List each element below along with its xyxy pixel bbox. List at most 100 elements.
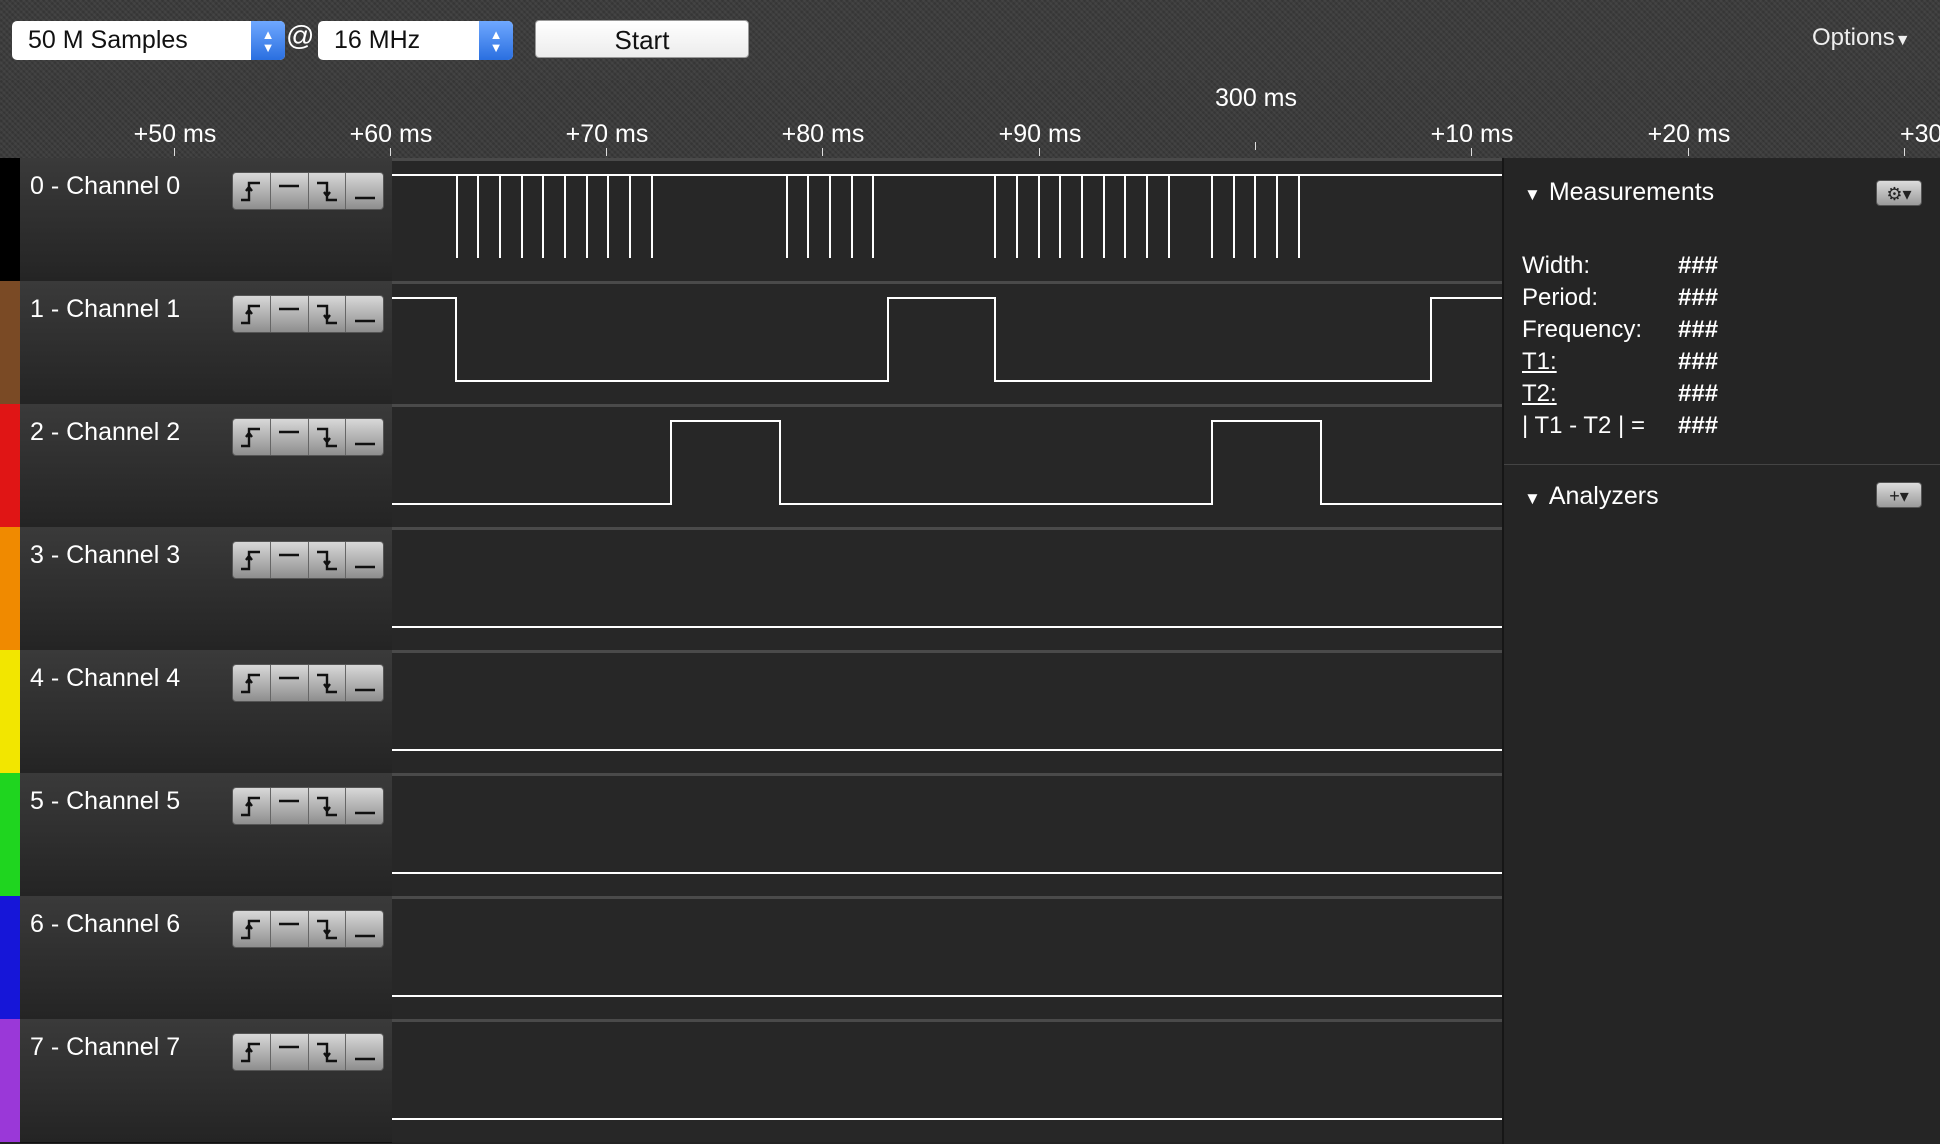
measurement-label[interactable]: T1: <box>1522 348 1557 376</box>
high-level-icon[interactable] <box>271 1034 309 1070</box>
trigger-button-group[interactable] <box>232 787 384 825</box>
stepper-arrows-icon[interactable]: ▲ ▼ <box>479 21 513 60</box>
falling-edge-icon[interactable] <box>309 542 347 578</box>
rising-edge-icon[interactable] <box>233 542 271 578</box>
channel-label-area[interactable]: 1 - Channel 1 <box>20 281 392 405</box>
waveform-trace <box>392 872 1502 874</box>
analyzers-header[interactable]: ▼ Analyzers <box>1524 482 1659 511</box>
ruler-tick-label: +60 ms <box>349 120 433 148</box>
rising-edge-icon[interactable] <box>233 665 271 701</box>
measurements-title: Measurements <box>1548 178 1715 206</box>
low-level-icon[interactable] <box>346 788 383 824</box>
channel-label-area[interactable]: 5 - Channel 5 <box>20 773 392 897</box>
analyzers-title: Analyzers <box>1548 482 1659 510</box>
high-level-icon[interactable] <box>271 542 309 578</box>
falling-edge-icon[interactable] <box>309 911 347 947</box>
low-level-icon[interactable] <box>346 911 383 947</box>
high-level-icon[interactable] <box>271 665 309 701</box>
falling-edge-icon[interactable] <box>309 665 347 701</box>
trigger-button-group[interactable] <box>232 172 384 210</box>
trigger-button-group[interactable] <box>232 541 384 579</box>
waveform-trace <box>392 626 1502 628</box>
ruler-tick <box>606 148 607 156</box>
rising-edge-icon[interactable] <box>233 1034 271 1070</box>
ruler-tick-label: +70 ms <box>565 120 649 148</box>
falling-edge-icon[interactable] <box>309 1034 347 1070</box>
ruler-tick-label: +10 ms <box>1430 120 1514 148</box>
at-sign: @ <box>286 20 315 51</box>
trigger-button-group[interactable] <box>232 295 384 333</box>
falling-edge-icon[interactable] <box>309 173 347 209</box>
trigger-button-group[interactable] <box>232 910 384 948</box>
channel-color-swatch[interactable] <box>0 650 20 773</box>
high-level-icon[interactable] <box>271 173 309 209</box>
channel-color-swatch[interactable] <box>0 773 20 896</box>
trigger-button-group[interactable] <box>232 664 384 702</box>
ruler-tick <box>822 148 823 156</box>
falling-edge-icon[interactable] <box>309 296 347 332</box>
trigger-button-group[interactable] <box>232 1033 384 1071</box>
channel-color-swatch[interactable] <box>0 1019 20 1142</box>
chevron-down-icon: ▼ <box>1894 32 1911 49</box>
measurement-label[interactable]: T2: <box>1522 380 1557 408</box>
channel-color-swatch[interactable] <box>0 158 20 281</box>
ruler-tick <box>1904 148 1905 156</box>
low-level-icon[interactable] <box>346 296 383 332</box>
channel-row: 4 - Channel 4 <box>0 650 1502 774</box>
signal-line <box>392 174 1502 258</box>
low-level-icon[interactable] <box>346 1034 383 1070</box>
stepper-arrows-icon[interactable]: ▲ ▼ <box>251 21 285 60</box>
rising-edge-icon[interactable] <box>233 296 271 332</box>
channel-color-swatch[interactable] <box>0 281 20 404</box>
channel-row: 5 - Channel 5 <box>0 773 1502 897</box>
low-level-icon[interactable] <box>346 419 383 455</box>
measurement-value: ### <box>1678 412 1719 439</box>
channel-color-swatch[interactable] <box>0 527 20 650</box>
low-level-icon[interactable] <box>346 173 383 209</box>
low-level-icon[interactable] <box>346 665 383 701</box>
sample-count-select[interactable]: 50 M Samples ▲ ▼ <box>12 21 285 60</box>
time-ruler[interactable]: 300 ms +50 ms +60 ms +70 ms +80 ms +90 m… <box>0 80 1940 158</box>
measurements-header[interactable]: ▼ Measurements <box>1524 178 1714 207</box>
high-level-icon[interactable] <box>271 419 309 455</box>
disclosure-triangle-icon[interactable]: ▼ <box>1524 185 1541 204</box>
measurement-value: ### <box>1678 348 1719 375</box>
ruler-tick <box>1688 148 1689 156</box>
channel-color-swatch[interactable] <box>0 896 20 1019</box>
gear-icon[interactable]: ⚙▾ <box>1876 180 1922 206</box>
high-level-icon[interactable] <box>271 788 309 824</box>
channel-label-area[interactable]: 0 - Channel 0 <box>20 158 392 282</box>
start-button[interactable]: Start <box>535 20 749 58</box>
ruler-tick <box>390 148 391 156</box>
sample-rate-value: 16 MHz <box>334 26 421 54</box>
toolbar: 50 M Samples ▲ ▼ @ 16 MHz ▲ ▼ Start Option… <box>0 0 1940 80</box>
add-icon[interactable]: +▾ <box>1876 482 1922 508</box>
signal-line <box>392 297 1502 382</box>
falling-edge-icon[interactable] <box>309 419 347 455</box>
high-level-icon[interactable] <box>271 296 309 332</box>
side-panel: ▼ Measurements ⚙▾ Width: ### Period: ### … <box>1502 158 1940 1144</box>
channel-row: 6 - Channel 6 <box>0 896 1502 1020</box>
rising-edge-icon[interactable] <box>233 419 271 455</box>
channel-name: 0 - Channel 0 <box>30 172 181 200</box>
options-menu[interactable]: Options▼ <box>1812 24 1911 52</box>
falling-edge-icon[interactable] <box>309 788 347 824</box>
rising-edge-icon[interactable] <box>233 788 271 824</box>
sample-rate-select[interactable]: 16 MHz ▲ ▼ <box>318 21 513 60</box>
high-level-icon[interactable] <box>271 911 309 947</box>
channel-label-area[interactable]: 7 - Channel 7 <box>20 1019 392 1143</box>
channel-label-area[interactable]: 2 - Channel 2 <box>20 404 392 528</box>
low-level-icon[interactable] <box>346 542 383 578</box>
channel-row: 7 - Channel 7 <box>0 1019 1502 1143</box>
trigger-button-group[interactable] <box>232 418 384 456</box>
channel-label-area[interactable]: 3 - Channel 3 <box>20 527 392 651</box>
rising-edge-icon[interactable] <box>233 911 271 947</box>
channel-label-area[interactable]: 4 - Channel 4 <box>20 650 392 774</box>
rising-edge-icon[interactable] <box>233 173 271 209</box>
options-label: Options <box>1812 24 1895 51</box>
channel-name: 6 - Channel 6 <box>30 910 181 938</box>
channel-label-area[interactable]: 6 - Channel 6 <box>20 896 392 1020</box>
ruler-center-label: 300 ms <box>1215 84 1297 112</box>
disclosure-triangle-icon[interactable]: ▼ <box>1524 489 1541 508</box>
channel-color-swatch[interactable] <box>0 404 20 527</box>
